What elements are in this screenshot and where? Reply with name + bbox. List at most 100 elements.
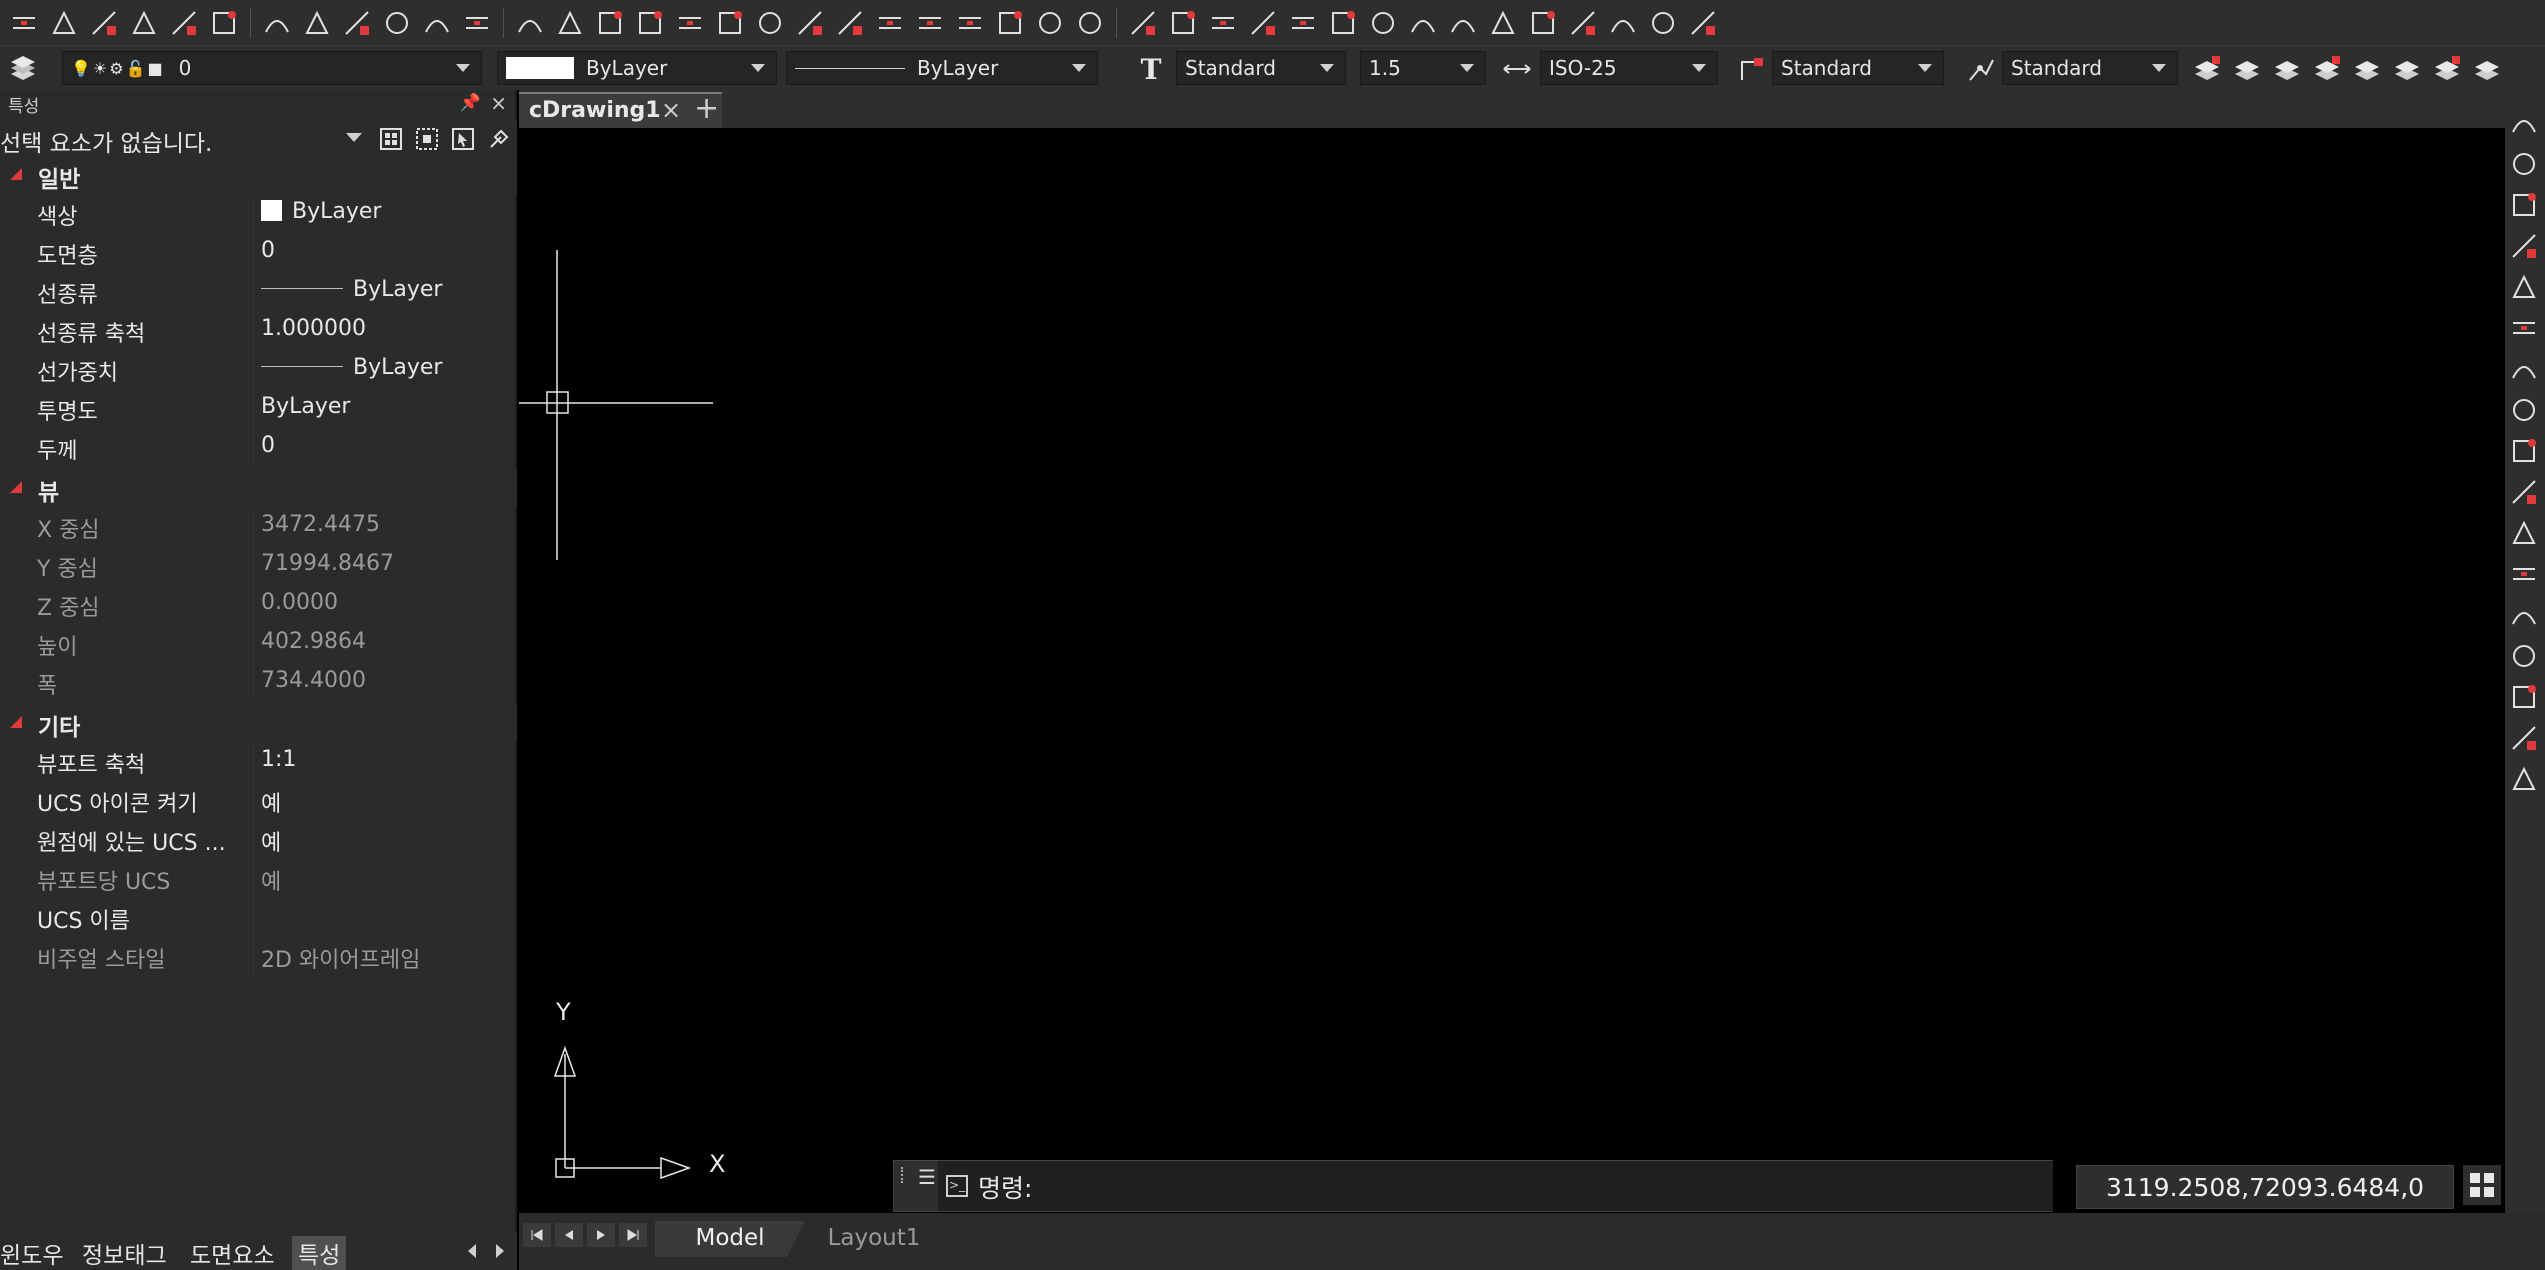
wipeout-icon[interactable] [1073,6,1107,40]
menu-icon[interactable]: ☰ [918,1165,936,1189]
mline-icon[interactable] [47,6,81,40]
tab-properties[interactable]: 특성 [292,1236,347,1270]
layer-isolate-icon[interactable] [2230,52,2264,86]
spline-icon[interactable] [593,6,627,40]
tab-drawing-elements[interactable]: 도면요소 [190,1236,275,1270]
prop-row-lineweight[interactable]: 선가중치 ByLayer [0,350,517,389]
dline-icon[interactable] [553,6,587,40]
prop-value[interactable]: 1.000000 [261,316,366,341]
first-layout-icon[interactable] [523,1223,551,1247]
dim-linear-icon[interactable] [2509,190,2541,222]
dim-style-icon[interactable] [1500,52,1534,86]
hatch-edit-icon[interactable] [2509,354,2541,386]
gradient-icon[interactable] [993,6,1027,40]
section-general[interactable]: 일반 [0,156,517,194]
scale-icon[interactable] [1646,6,1680,40]
drag-handle[interactable] [901,1167,904,1183]
view-icon[interactable] [2509,518,2541,550]
snapshot-icon[interactable] [2509,477,2541,509]
wblock-icon[interactable] [420,6,454,40]
pickadd-icon[interactable] [450,126,476,152]
prop-row-thickness[interactable]: 두께 0 [0,428,517,467]
extend-icon[interactable] [1326,6,1360,40]
ray-icon[interactable] [127,6,161,40]
select-objects-icon[interactable] [414,126,440,152]
ellipse-icon[interactable] [913,6,947,40]
arc-icon[interactable] [753,6,787,40]
prop-row-ltscale[interactable]: 선종류 축척 1.000000 [0,311,517,350]
close-icon[interactable]: × [490,91,507,115]
layer-lock-icon[interactable] [2390,52,2424,86]
drawing-canvas[interactable]: Y X [519,128,2505,1213]
circle-icon[interactable] [793,6,827,40]
polygon-icon[interactable] [673,6,707,40]
region-icon[interactable] [953,6,987,40]
offset-icon[interactable] [1406,6,1440,40]
coordinate-readout[interactable]: 3119.2508,72093.6484,0 [2076,1165,2454,1209]
prop-value[interactable]: ByLayer [261,277,442,302]
prop-value[interactable]: 예 [261,786,281,818]
layer-unisolate-icon[interactable] [2270,52,2304,86]
selection-dropdown[interactable]: 선택 요소가 없습니다. [0,120,517,157]
chevron-down-icon[interactable] [1315,52,1339,84]
walk-icon[interactable] [2509,641,2541,673]
pline-icon[interactable] [87,6,121,40]
rectangle-icon[interactable] [713,6,747,40]
chevron-down-icon[interactable] [2147,52,2171,84]
block-icon[interactable] [340,6,374,40]
quick-select-icon[interactable] [378,126,404,152]
prop-row-ucs-at-origin[interactable]: 원점에 있는 UCS ... 예 [0,820,517,859]
text-style-icon[interactable]: T [1134,52,1168,86]
lock-icon[interactable] [2509,436,2541,468]
fillet-icon[interactable] [1486,6,1520,40]
layer-off-icon[interactable] [2350,52,2384,86]
revcloud-icon[interactable] [873,6,907,40]
dimension-icon[interactable] [2509,149,2541,181]
orbit-cont-icon[interactable] [2509,764,2541,796]
geometry-icon[interactable] [2509,395,2541,427]
boundary-icon[interactable] [1033,6,1067,40]
prev-layout-icon[interactable] [555,1223,583,1247]
layer-match-icon[interactable] [2470,52,2504,86]
prop-row-ucs-icon-on[interactable]: UCS 아이콘 켜기 예 [0,781,517,820]
table-icon[interactable] [300,6,334,40]
attdef-icon[interactable] [460,6,494,40]
command-input-area[interactable]: >_ 명령: [938,1161,2053,1211]
prop-value[interactable]: ByLayer [261,394,350,419]
text-height-dropdown[interactable]: 1.5 [1360,51,1486,85]
chevron-down-icon[interactable] [1455,52,1479,84]
linetype-dropdown[interactable]: ByLayer [786,51,1098,85]
prop-row-layer[interactable]: 도면층 0 [0,233,517,272]
prop-row-linetype[interactable]: 선종류 ByLayer [0,272,517,311]
close-icon[interactable]: × [661,96,681,124]
donut-icon[interactable] [833,6,867,40]
leader-add-icon[interactable] [2509,272,2541,304]
chamfer-icon[interactable] [1526,6,1560,40]
array-icon[interactable] [1446,6,1480,40]
prop-value[interactable]: 예 [261,825,281,857]
text-style-dropdown[interactable]: Standard [1176,51,1346,85]
prop-value[interactable]: 0 [261,238,275,263]
color-dropdown[interactable]: ByLayer [497,51,777,85]
multiline-icon[interactable] [207,6,241,40]
rotate-icon[interactable] [1206,6,1240,40]
layer-dropdown[interactable]: 💡☀⚙🔓■ 0 [62,51,482,85]
explode-icon[interactable] [1606,6,1640,40]
tab-layout1[interactable]: Layout1 [794,1221,954,1257]
tab-infotag[interactable]: 정보태그 [82,1236,167,1270]
layer-unlock-icon[interactable] [2430,52,2464,86]
prop-value[interactable]: ByLayer [261,199,381,224]
chevron-down-icon[interactable] [451,52,475,84]
prop-value[interactable]: ByLayer [261,355,442,380]
table-style-icon[interactable] [1964,52,1998,86]
stretch-icon[interactable] [1246,6,1280,40]
render-icon[interactable] [2509,108,2541,140]
point-icon[interactable] [2509,313,2541,345]
section-misc[interactable]: 기타 [0,704,517,742]
prop-row-viewport-scale[interactable]: 뷰포트 축척 1:1 [0,742,517,781]
mirror-icon[interactable] [1366,6,1400,40]
dim-style-dropdown[interactable]: ISO-25 [1540,51,1718,85]
mleader-style-dropdown[interactable]: Standard [1772,51,1944,85]
scroll-right-icon[interactable] [496,1244,504,1258]
orbit-icon[interactable] [2509,682,2541,714]
